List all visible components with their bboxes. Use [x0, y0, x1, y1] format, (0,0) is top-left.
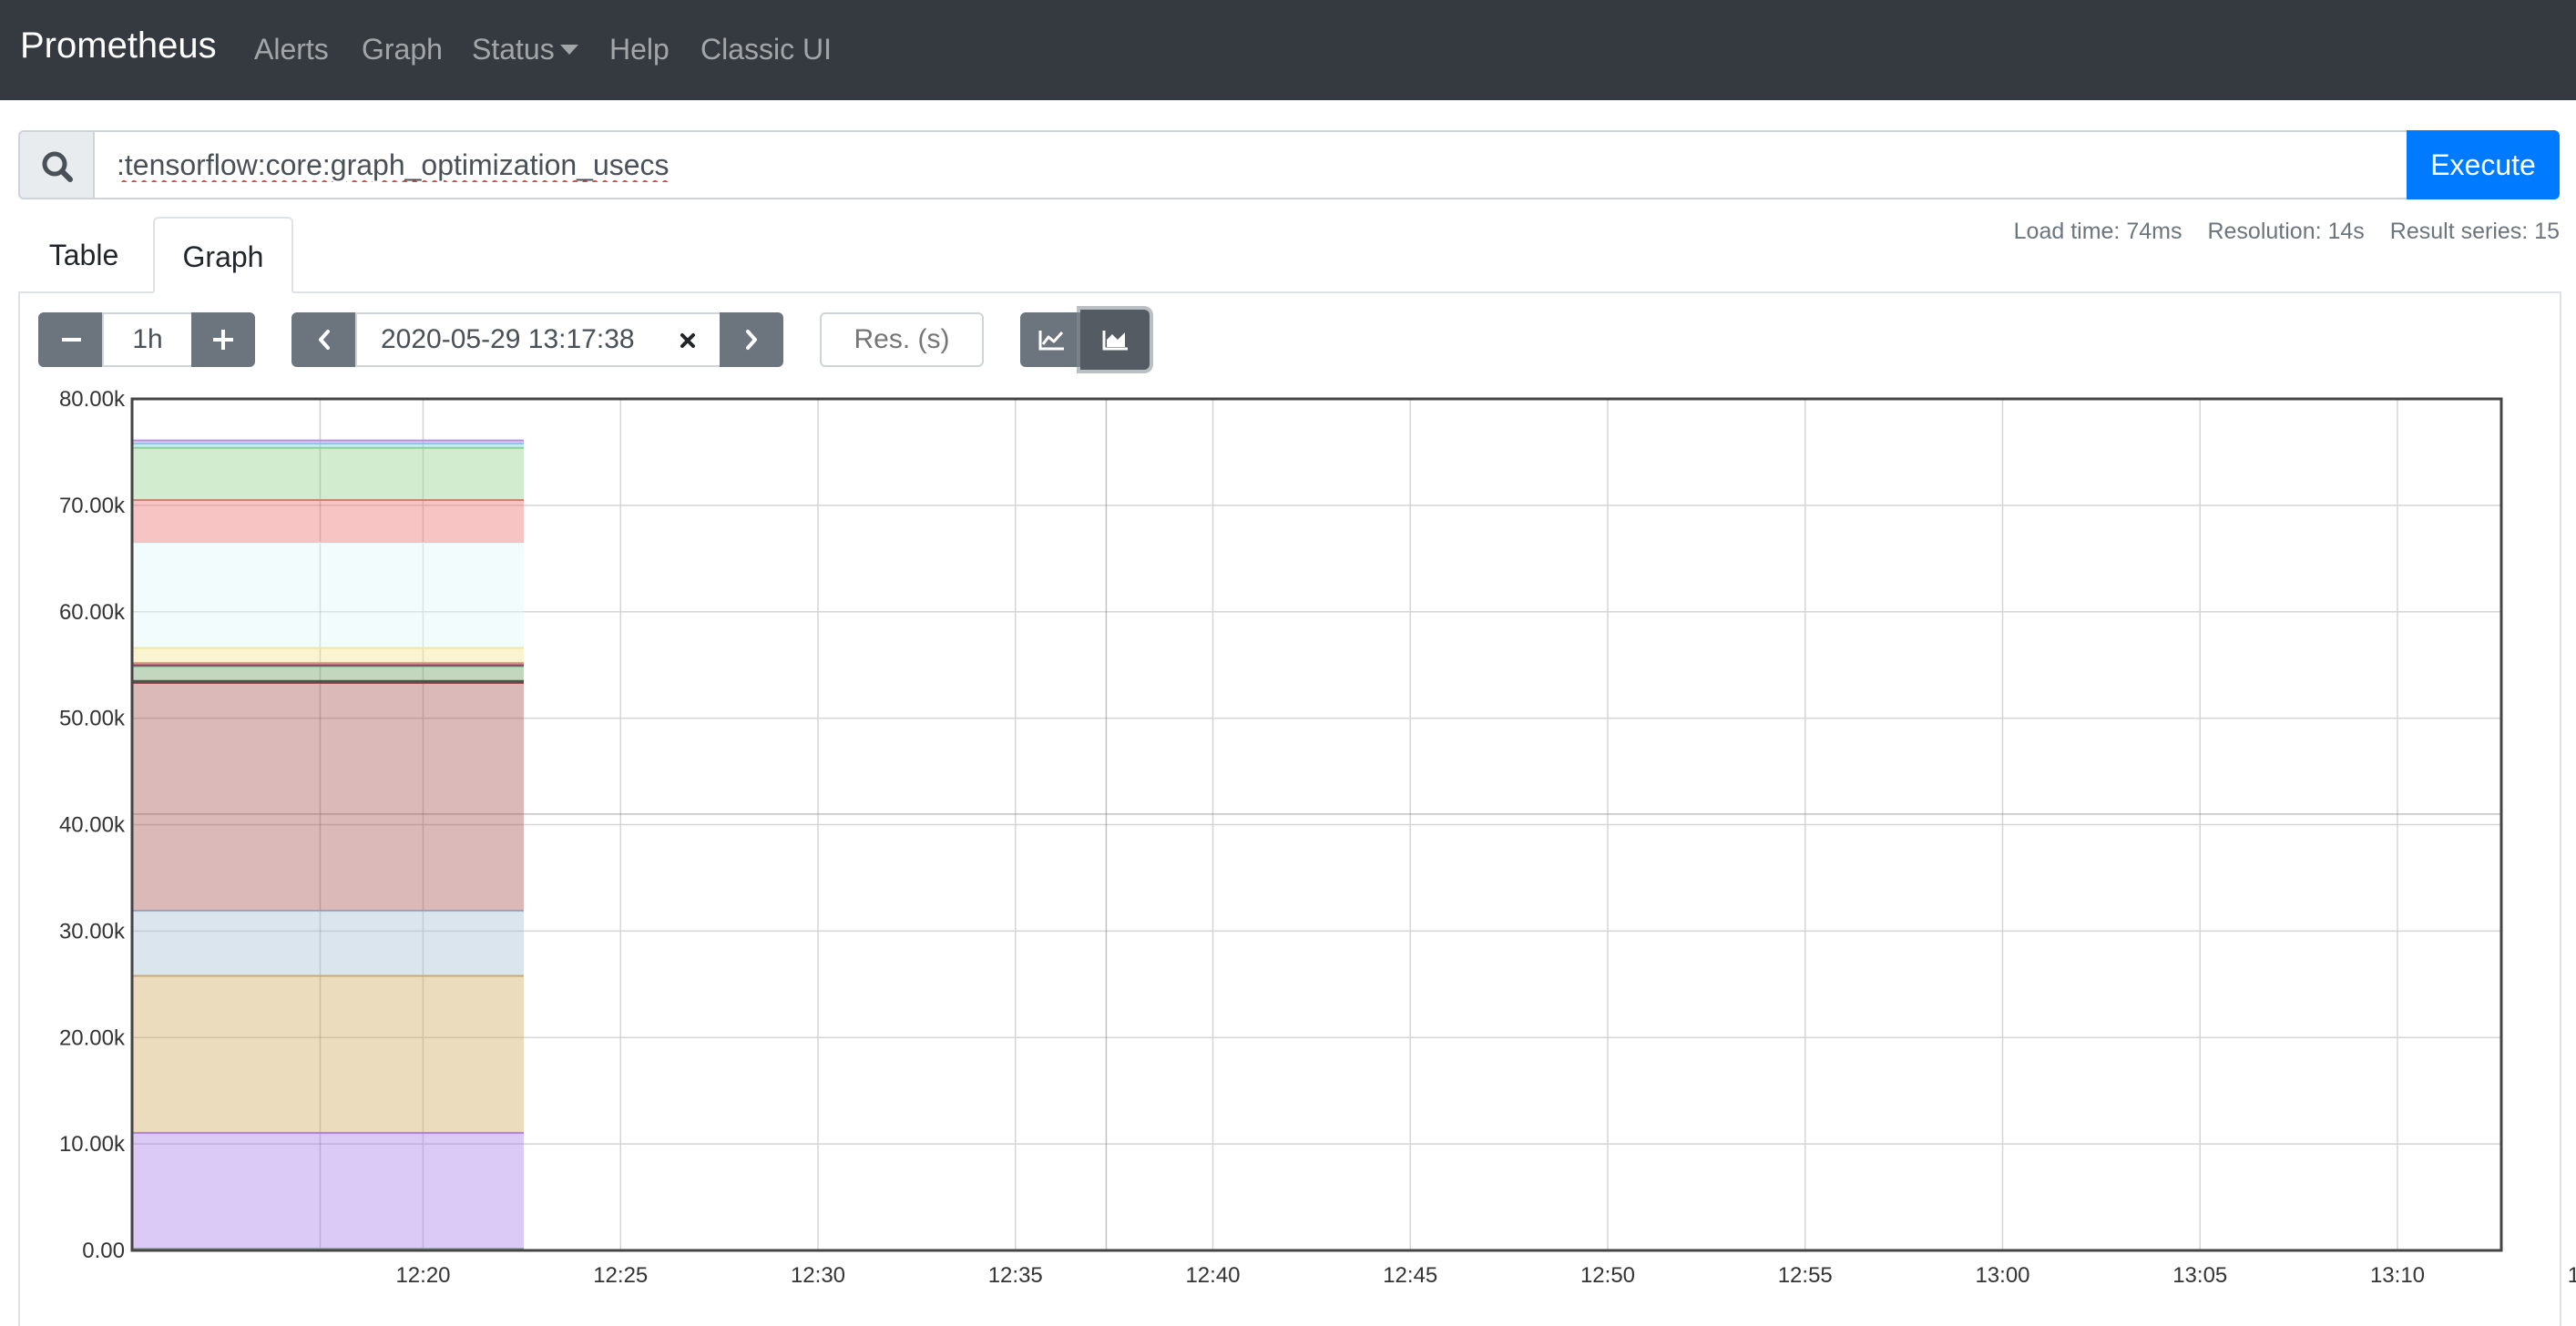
x-tick-label: 12:55	[1778, 1263, 1833, 1288]
x-tick-label: 12:40	[1185, 1263, 1240, 1288]
y-tick-label: 60.00k	[59, 600, 126, 625]
stacked-area-series-13[interactable]	[132, 447, 525, 501]
x-tick-label: 12:50	[1580, 1263, 1635, 1288]
y-tick-label: 10.00k	[59, 1132, 126, 1157]
stacked-area-series-12[interactable]	[132, 500, 525, 543]
y-tick-label: 50.00k	[59, 707, 126, 731]
y-tick-label: 30.00k	[59, 919, 126, 944]
stacked-area-series-7[interactable]	[132, 666, 525, 681]
y-tick-label: 20.00k	[59, 1025, 126, 1050]
y-tick-label: 80.00k	[59, 387, 126, 412]
x-tick-label: 12:45	[1383, 1263, 1437, 1288]
graph-chart: 0.00 10.00k 20.00k 30.00k 40.00k 50.00k 60.00k…	[59, 387, 2576, 1288]
y-tick-label: 40.00k	[59, 813, 126, 838]
stacked-area-series-4[interactable]	[132, 911, 525, 976]
x-tick-label: 13:00	[1975, 1263, 2029, 1288]
x-tick-label: 12:20	[395, 1263, 450, 1288]
stacked-area-series-11[interactable]	[132, 542, 525, 648]
stacked-area-series-5[interactable]	[132, 683, 525, 912]
x-tick-label: 13:05	[2172, 1263, 2227, 1288]
stacked-area-series-3[interactable]	[132, 975, 525, 1133]
x-tick-label: 12:25	[593, 1263, 648, 1288]
tab-graph[interactable]: Graph	[153, 217, 293, 293]
x-tick-label: 12:35	[988, 1263, 1043, 1288]
stacked-area-series-10[interactable]	[132, 648, 525, 663]
y-tick-label: 0.00	[82, 1239, 125, 1263]
x-tick-label: 12:30	[791, 1263, 845, 1288]
x-tick-label: 13:15	[2568, 1263, 2576, 1288]
x-tick-label: 13:10	[2370, 1263, 2425, 1288]
stacked-area-series-2[interactable]	[132, 1132, 525, 1250]
y-tick-label: 70.00k	[59, 494, 126, 518]
